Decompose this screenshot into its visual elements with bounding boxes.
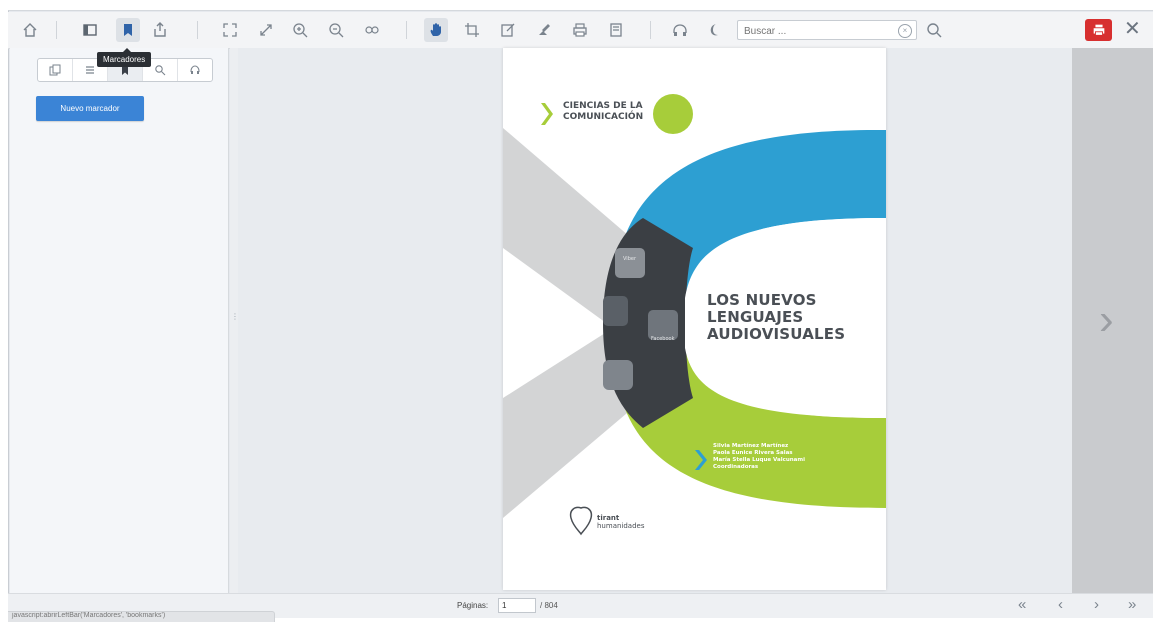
title-line: LENGUAJES (707, 308, 804, 326)
sidebar-toggle-icon[interactable] (78, 18, 102, 42)
toolbar-separator (650, 21, 651, 39)
first-page-icon[interactable]: « (1018, 597, 1026, 613)
toolbar-separator (406, 21, 407, 39)
search-input[interactable] (738, 22, 900, 41)
night-mode-icon[interactable] (702, 18, 726, 42)
next-page-arrow-icon[interactable]: › (1099, 290, 1114, 350)
author-name: Silvia Martínez Martínez (713, 443, 789, 449)
new-bookmark-button[interactable]: Nuevo marcador (36, 96, 144, 121)
hand-tool-icon[interactable] (424, 18, 448, 42)
author-role: Coordinadoras (713, 464, 759, 470)
app-label: Facebook (651, 336, 675, 342)
authors-block: Silvia Martínez Martínez Paola Eunice Ri… (713, 443, 805, 471)
clear-icon[interactable]: × (898, 24, 912, 38)
share-icon[interactable] (148, 18, 172, 42)
tab-thumbnails[interactable] (38, 59, 73, 81)
series-line: COMUNICACIÓN (563, 112, 644, 122)
author-name: María Stella Luque Valcunami (713, 457, 806, 463)
print-icon[interactable] (568, 18, 592, 42)
next-page-icon[interactable]: › (1094, 597, 1099, 613)
highlighter-icon[interactable] (532, 18, 556, 42)
title-line: AUDIOVISUALES (707, 325, 846, 343)
series-line: CIENCIAS DE LA (563, 101, 643, 111)
search-icon (155, 65, 166, 76)
select-area-icon[interactable] (460, 18, 484, 42)
toolbar-separator (197, 21, 198, 39)
bookmark-icon[interactable] (116, 18, 140, 42)
audio-icon[interactable] (668, 18, 692, 42)
previous-page-icon[interactable]: ‹ (1058, 597, 1063, 613)
thumbnails-icon (49, 64, 61, 76)
publisher-name: tirant humanidades (597, 514, 645, 530)
tooltip: Marcadores (97, 48, 152, 67)
search-box: × (737, 20, 917, 41)
toolbar-separator (56, 21, 57, 39)
list-icon (86, 66, 94, 74)
pages-label: Páginas: (457, 601, 489, 610)
title-line: LOS NUEVOS (707, 291, 817, 309)
fullscreen-icon[interactable] (218, 18, 242, 42)
sidebar: Nuevo marcador (10, 48, 229, 593)
app-label: Viber (623, 256, 637, 262)
note-icon[interactable] (496, 18, 520, 42)
publisher-line: humanidades (597, 522, 645, 530)
expand-icon[interactable] (254, 18, 278, 42)
home-icon[interactable] (18, 18, 42, 42)
search-icon[interactable] (922, 18, 946, 42)
close-icon[interactable]: ✕ (1124, 18, 1141, 40)
zoom-out-icon[interactable] (324, 18, 348, 42)
print-button[interactable] (1085, 19, 1112, 41)
audio-icon (190, 65, 200, 74)
two-page-icon[interactable] (360, 18, 384, 42)
document-icon[interactable] (604, 18, 628, 42)
publisher-line: tirant (597, 514, 620, 522)
book-cover-page: CIENCIAS DE LA COMUNICACIÓN LOS NUEVOS L… (503, 48, 886, 590)
tab-audio[interactable] (178, 59, 212, 81)
author-name: Paola Eunice Rivera Salas (713, 450, 793, 456)
zoom-in-icon[interactable] (288, 18, 312, 42)
series-title: CIENCIAS DE LA COMUNICACIÓN (563, 101, 643, 123)
book-title: LOS NUEVOS LENGUAJES AUDIOVISUALES (707, 292, 845, 343)
last-page-icon[interactable]: » (1128, 597, 1136, 613)
page-number-input[interactable]: 1 (498, 598, 536, 613)
printer-icon (1093, 24, 1104, 36)
page-total: / 804 (540, 601, 558, 610)
